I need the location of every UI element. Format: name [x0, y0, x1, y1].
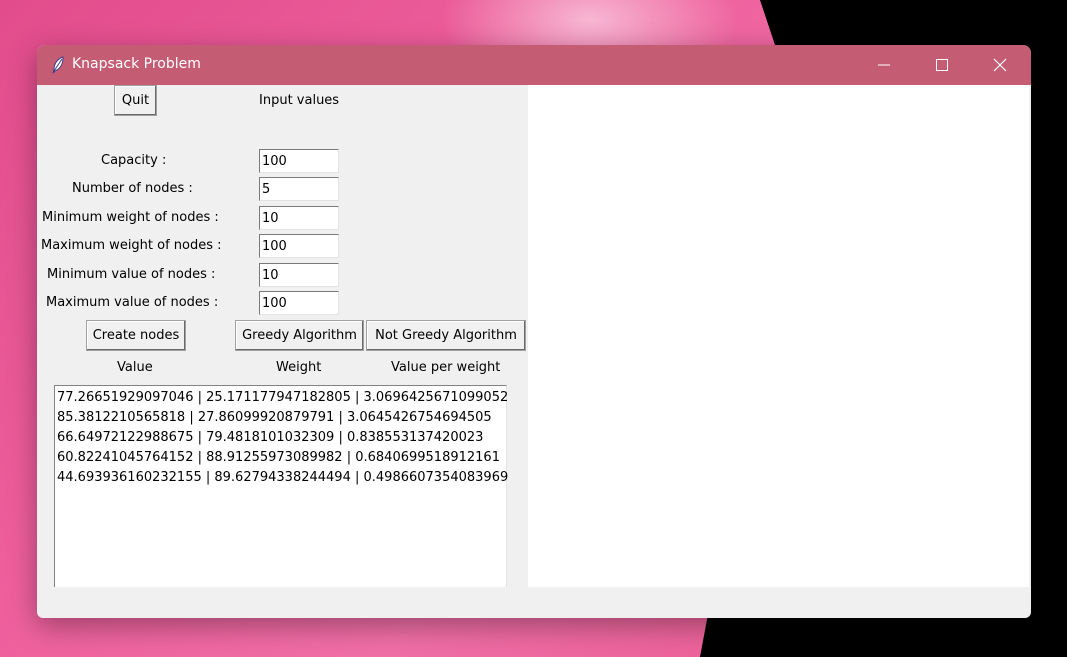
title-bar[interactable]: Knapsack Problem	[37, 45, 1031, 85]
column-header-value: Value	[117, 360, 153, 375]
capacity-input[interactable]	[259, 149, 339, 173]
close-button[interactable]	[971, 45, 1029, 85]
minimize-icon	[878, 64, 890, 66]
max-value-label: Maximum value of nodes :	[46, 295, 219, 310]
number-of-nodes-label: Number of nodes :	[72, 181, 193, 196]
min-weight-label: Minimum weight of nodes :	[42, 210, 219, 225]
max-weight-input[interactable]	[259, 234, 339, 258]
min-value-input[interactable]	[259, 263, 339, 287]
client-area: Quit Input values Capacity : Number of n…	[37, 85, 1031, 618]
min-weight-input[interactable]	[259, 206, 339, 230]
column-header-value-per-weight: Value per weight	[391, 360, 501, 375]
max-value-input[interactable]	[259, 291, 339, 315]
app-window: Knapsack Problem Quit Input values Capac…	[37, 45, 1031, 618]
feather-icon	[51, 56, 65, 74]
list-item: 66.64972122988675 | 79.4818101032309 | 0…	[57, 430, 484, 445]
not-greedy-algorithm-button[interactable]: Not Greedy Algorithm	[366, 320, 526, 351]
results-textbox[interactable]: 77.26651929097046 | 25.171177947182805 |…	[54, 385, 509, 587]
list-item: 60.82241045764152 | 88.91255973089982 | …	[57, 450, 500, 465]
create-nodes-button[interactable]: Create nodes	[86, 320, 186, 351]
list-item: 77.26651929097046 | 25.171177947182805 |…	[57, 390, 509, 405]
number-of-nodes-input[interactable]	[259, 177, 339, 201]
input-values-heading: Input values	[259, 93, 340, 108]
maximize-icon	[936, 59, 948, 71]
minimize-button[interactable]	[855, 45, 913, 85]
greedy-algorithm-button[interactable]: Greedy Algorithm	[235, 320, 364, 351]
maximize-button[interactable]	[913, 45, 971, 85]
list-item: 85.3812210565818 | 27.86099920879791 | 3…	[57, 410, 492, 425]
capacity-label: Capacity :	[101, 153, 167, 168]
list-item: 44.693936160232155 | 89.62794338244494 |…	[57, 470, 509, 485]
window-title: Knapsack Problem	[72, 56, 201, 72]
quit-button[interactable]: Quit	[114, 85, 157, 116]
min-value-label: Minimum value of nodes :	[47, 267, 216, 282]
canvas-area[interactable]	[528, 85, 1029, 587]
max-weight-label: Maximum weight of nodes :	[41, 238, 222, 253]
column-header-weight: Weight	[276, 360, 322, 375]
close-icon	[993, 58, 1007, 72]
